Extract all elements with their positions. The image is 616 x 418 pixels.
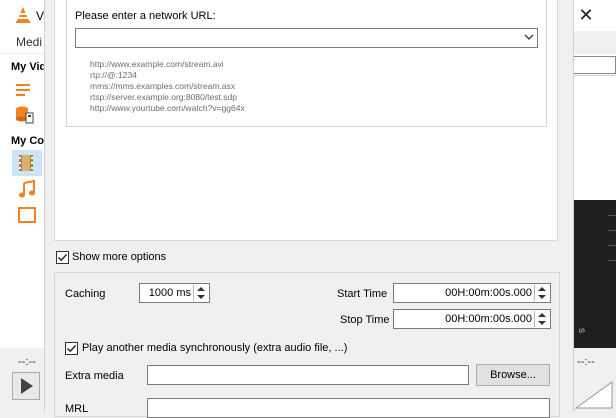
film-icon[interactable] [16,153,36,173]
arrow-down-icon[interactable] [197,295,205,299]
url-example: rtp://@:1234 [90,70,137,80]
divider [608,215,616,216]
start-time-label: Start Time [337,288,388,300]
menu-item-media[interactable]: Medi [16,35,42,49]
arrow-up-icon[interactable] [538,313,546,317]
caching-spinbox[interactable]: 1000 ms [139,283,210,303]
mrl-label: MRL [65,403,89,415]
show-more-options-label[interactable]: Show more options [72,251,166,263]
playlist-icon[interactable] [14,80,34,100]
volume-icon[interactable] [572,372,616,412]
media-library-icon[interactable] [14,104,34,124]
play-sync-checkbox[interactable] [65,342,78,355]
arrow-up-icon[interactable] [197,287,205,291]
vlc-cone-icon [16,7,30,23]
stop-time-value: 00H:00m:00s.000 [445,313,532,325]
music-note-icon[interactable] [17,180,37,200]
divider [573,75,616,76]
stop-time-input[interactable]: 00H:00m:00s.000 [393,309,551,329]
arrow-down-icon[interactable] [538,295,546,299]
show-more-options-checkbox[interactable] [56,251,69,264]
divider [608,260,616,261]
playlist-search-input[interactable] [573,56,616,74]
arrow-down-icon[interactable] [538,321,546,325]
start-time-input[interactable]: 00H:00m:00s.000 [393,283,551,303]
start-time-stepper[interactable] [534,285,549,301]
url-example: http://www.yourtube.com/watch?v=gg64x [90,103,245,113]
video-area-text: s [576,328,587,333]
picture-icon[interactable] [17,205,37,225]
sidebar-heading-my-computer: My Co [11,135,44,147]
play-icon [21,378,33,394]
caching-value: 1000 ms [148,287,191,299]
chevron-down-icon[interactable] [523,31,535,43]
stop-time-stepper[interactable] [534,311,549,327]
elapsed-time: --:-- [18,356,36,368]
checkmark-icon [67,345,77,353]
stop-time-label: Stop Time [340,314,390,326]
extra-media-input[interactable] [147,365,469,385]
caching-stepper[interactable] [193,285,208,301]
url-example: http://www.example.com/stream.avi [90,59,224,69]
checkmark-icon [58,254,68,262]
divider [608,230,616,231]
start-time-value: 00H:00m:00s.000 [445,287,532,299]
network-url-combobox[interactable] [75,28,538,48]
url-example: mms://mms.examples.com/stream.asx [90,81,235,91]
url-example: rtsp://server.example.org:8080/test.sdp [90,92,237,102]
arrow-up-icon[interactable] [538,287,546,291]
divider [608,245,616,246]
network-url-label: Please enter a network URL: [75,10,216,22]
caching-label: Caching [65,288,106,300]
sidebar-heading-my-videos: My Vid [11,61,47,73]
window-title: V [36,9,45,23]
close-icon[interactable]: ✕ [576,5,596,25]
browse-button[interactable]: Browse... [476,364,550,386]
mrl-input[interactable] [147,398,550,418]
total-time: --:-- [577,356,595,368]
extra-media-label: Extra media [65,370,124,382]
play-sync-label[interactable]: Play another media synchronously (extra … [82,342,347,354]
